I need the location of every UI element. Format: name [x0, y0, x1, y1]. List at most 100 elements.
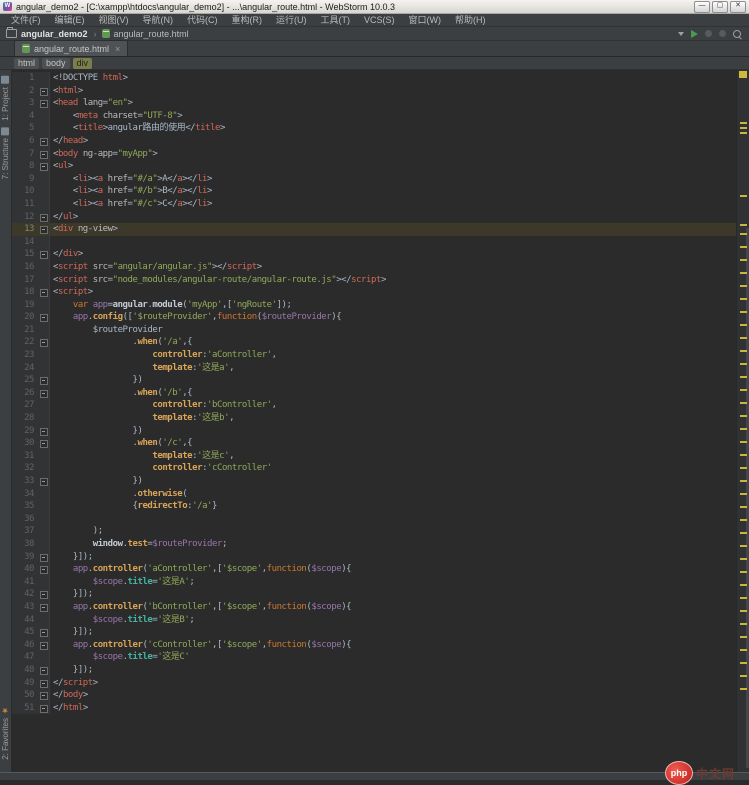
fold-end-icon[interactable]: [40, 214, 48, 222]
fold-gutter[interactable]: [38, 677, 50, 690]
code-line[interactable]: 10<li><a href="#/b">B</a></li>: [12, 185, 737, 198]
code-line[interactable]: 5<title>angular路由的使用</title>: [12, 122, 737, 135]
warning-tick[interactable]: [740, 454, 747, 456]
menu-run[interactable]: 运行(U): [269, 14, 314, 27]
code-line[interactable]: 49</script>: [12, 677, 737, 690]
tab-angular-route-html[interactable]: angular_route.html ×: [14, 40, 128, 56]
code-line[interactable]: 38window.test=$routeProvider;: [12, 538, 737, 551]
code-line[interactable]: 15</div>: [12, 248, 737, 261]
fold-gutter[interactable]: [38, 248, 50, 261]
warning-tick[interactable]: [740, 584, 747, 586]
code-line[interactable]: 43app.controller('bController',['$scope'…: [12, 601, 737, 614]
fold-end-icon[interactable]: [40, 591, 48, 599]
fold-gutter[interactable]: [38, 639, 50, 652]
breadcrumb-div[interactable]: div: [73, 58, 93, 69]
fold-collapse-icon[interactable]: [40, 604, 48, 612]
fold-gutter[interactable]: [38, 311, 50, 324]
code-line[interactable]: 29}): [12, 425, 737, 438]
fold-collapse-icon[interactable]: [40, 226, 48, 234]
fold-gutter[interactable]: [38, 336, 50, 349]
warning-tick[interactable]: [740, 259, 747, 261]
code-line[interactable]: 30.when('/c',{: [12, 437, 737, 450]
line-number[interactable]: 48: [12, 664, 38, 677]
warning-tick[interactable]: [740, 688, 747, 690]
warning-tick[interactable]: [740, 519, 747, 521]
fold-gutter[interactable]: [38, 148, 50, 161]
line-number[interactable]: 37: [12, 525, 38, 538]
warning-tick[interactable]: [740, 415, 747, 417]
code-line[interactable]: 32controller:'cController': [12, 462, 737, 475]
line-number[interactable]: 34: [12, 488, 38, 501]
fold-end-icon[interactable]: [40, 680, 48, 688]
breadcrumb-project[interactable]: angular_demo2: [21, 29, 88, 39]
code-line[interactable]: 33}): [12, 475, 737, 488]
line-number[interactable]: 35: [12, 500, 38, 513]
fold-gutter[interactable]: [38, 223, 50, 236]
fold-end-icon[interactable]: [40, 629, 48, 637]
code-editor[interactable]: 1<!DOCTYPE html>2<html>3<head lang="en">…: [12, 70, 749, 772]
fold-gutter[interactable]: [38, 374, 50, 387]
warning-tick[interactable]: [740, 428, 747, 430]
code-line[interactable]: 25}): [12, 374, 737, 387]
fold-gutter[interactable]: [38, 387, 50, 400]
fold-gutter[interactable]: [38, 601, 50, 614]
warning-tick[interactable]: [740, 402, 747, 404]
code-line[interactable]: 20app.config(['$routeProvider',function(…: [12, 311, 737, 324]
fold-gutter[interactable]: [38, 475, 50, 488]
line-number[interactable]: 14: [12, 236, 38, 249]
code-line[interactable]: 6</head>: [12, 135, 737, 148]
line-number[interactable]: 8: [12, 160, 38, 173]
minimize-button[interactable]: —: [694, 1, 710, 13]
menu-edit[interactable]: 编辑(E): [48, 14, 92, 27]
code-line[interactable]: 26.when('/b',{: [12, 387, 737, 400]
fold-collapse-icon[interactable]: [40, 163, 48, 171]
warning-tick[interactable]: [740, 350, 747, 352]
maximize-button[interactable]: ▢: [712, 1, 728, 13]
debug-button-icon[interactable]: [705, 30, 712, 37]
line-number[interactable]: 46: [12, 639, 38, 652]
menu-code[interactable]: 代码(C): [180, 14, 225, 27]
run-button-icon[interactable]: [691, 30, 698, 38]
code-line[interactable]: 35{redirectTo:'/a'}: [12, 500, 737, 513]
fold-end-icon[interactable]: [40, 667, 48, 675]
code-line[interactable]: 27controller:'bController',: [12, 399, 737, 412]
warning-tick[interactable]: [740, 506, 747, 508]
line-number[interactable]: 4: [12, 110, 38, 123]
warning-tick[interactable]: [740, 132, 747, 134]
fold-end-icon[interactable]: [40, 692, 48, 700]
code-line[interactable]: 8<ul>: [12, 160, 737, 173]
line-number[interactable]: 1: [12, 72, 38, 85]
breadcrumb-html[interactable]: html: [14, 58, 39, 69]
line-number[interactable]: 27: [12, 399, 38, 412]
code-line[interactable]: 41$scope.title='这是A';: [12, 576, 737, 589]
line-number[interactable]: 21: [12, 324, 38, 337]
line-number[interactable]: 40: [12, 563, 38, 576]
line-number[interactable]: 11: [12, 198, 38, 211]
warning-tick[interactable]: [740, 246, 747, 248]
line-number[interactable]: 15: [12, 248, 38, 261]
warning-tick[interactable]: [740, 389, 747, 391]
fold-gutter[interactable]: [38, 563, 50, 576]
error-stripe-scrollbar[interactable]: [736, 70, 749, 772]
warning-tick[interactable]: [740, 195, 747, 197]
code-line[interactable]: 31template:'这是c',: [12, 450, 737, 463]
fold-end-icon[interactable]: [40, 428, 48, 436]
code-line[interactable]: 7<body ng-app="myApp">: [12, 148, 737, 161]
menu-tools[interactable]: 工具(T): [314, 14, 358, 27]
warning-tick[interactable]: [740, 272, 747, 274]
warning-tick[interactable]: [740, 558, 747, 560]
line-number[interactable]: 19: [12, 299, 38, 312]
menu-view[interactable]: 视图(V): [92, 14, 136, 27]
run-config-dropdown-icon[interactable]: [678, 32, 684, 36]
menu-window[interactable]: 窗口(W): [402, 14, 449, 27]
warning-tick[interactable]: [740, 623, 747, 625]
code-line[interactable]: 13<div ng-view>: [12, 223, 737, 236]
code-line[interactable]: 1<!DOCTYPE html>: [12, 72, 737, 85]
tool-window-button-structure[interactable]: 7: Structure: [1, 127, 10, 179]
code-line[interactable]: 14: [12, 236, 737, 249]
line-number[interactable]: 49: [12, 677, 38, 690]
fold-collapse-icon[interactable]: [40, 88, 48, 96]
fold-collapse-icon[interactable]: [40, 289, 48, 297]
warning-tick[interactable]: [740, 480, 747, 482]
line-number[interactable]: 47: [12, 651, 38, 664]
